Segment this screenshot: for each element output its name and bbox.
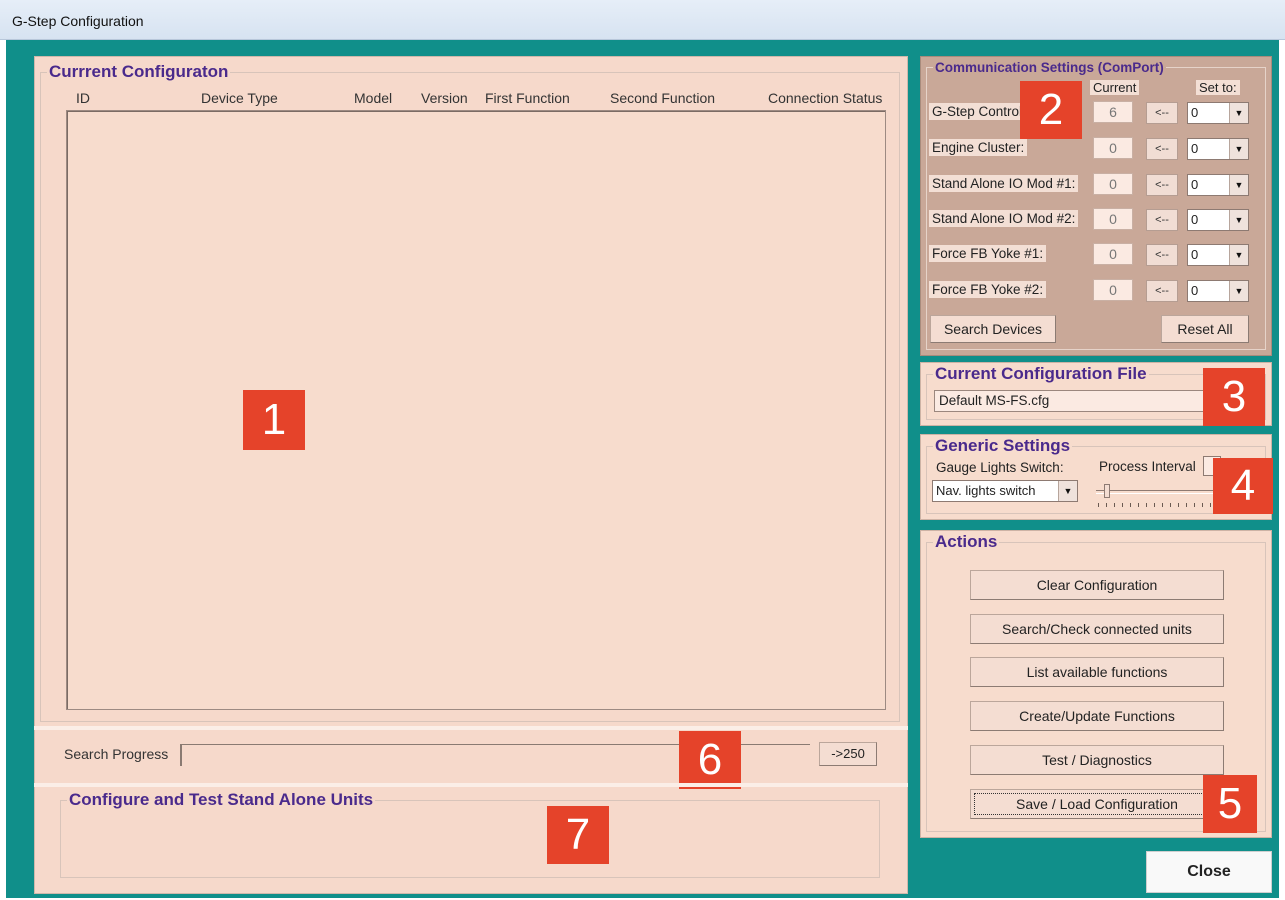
comm-row-label: G-Step Control — [929, 103, 1026, 120]
col-header-connection-status[interactable]: Connection Status — [768, 90, 882, 106]
comm-row-copy-button[interactable]: <-- — [1146, 209, 1178, 231]
chevron-down-icon[interactable]: ▼ — [1229, 281, 1248, 301]
search-check-units-button[interactable]: Search/Check connected units — [970, 614, 1224, 644]
chevron-down-icon[interactable]: ▼ — [1229, 175, 1248, 195]
slider-ticks — [1098, 503, 1216, 507]
standalone-group: Configure and Test Stand Alone Units — [60, 790, 880, 878]
window-title: G-Step Configuration — [12, 13, 144, 29]
comm-row-setto-value: 0 — [1191, 105, 1199, 120]
comm-row-copy-button[interactable]: <-- — [1146, 102, 1178, 124]
standalone-legend: Configure and Test Stand Alone Units — [69, 790, 374, 809]
col-header-second-function[interactable]: Second Function — [610, 90, 715, 106]
col-header-version[interactable]: Version — [421, 90, 468, 106]
create-update-functions-button[interactable]: Create/Update Functions — [970, 701, 1224, 731]
comm-row-setto-value: 0 — [1191, 212, 1199, 227]
search-progress-label: Search Progress — [64, 746, 169, 762]
comm-row-setto-select[interactable]: 0 ▼ — [1187, 244, 1249, 266]
callout-badge-3: 3 — [1203, 368, 1265, 426]
col-header-model[interactable]: Model — [354, 90, 392, 106]
setto-header: Set to: — [1196, 80, 1240, 95]
col-header-first-function[interactable]: First Function — [485, 90, 570, 106]
current-config-legend: Currrent Configuraton — [49, 62, 229, 81]
reset-all-button[interactable]: Reset All — [1161, 315, 1249, 343]
comm-row-setto-select[interactable]: 0 ▼ — [1187, 209, 1249, 231]
comm-row-setto-value: 0 — [1191, 177, 1199, 192]
comm-row-setto-select[interactable]: 0 ▼ — [1187, 102, 1249, 124]
comm-row-copy-button[interactable]: <-- — [1146, 280, 1178, 302]
process-interval-slider-thumb[interactable] — [1104, 484, 1110, 498]
divider — [34, 783, 908, 787]
chevron-down-icon[interactable]: ▼ — [1229, 139, 1248, 159]
comm-row-setto-select[interactable]: 0 ▼ — [1187, 280, 1249, 302]
col-header-id[interactable]: ID — [76, 90, 90, 106]
generic-legend: Generic Settings — [935, 436, 1071, 455]
comm-row-setto-value: 0 — [1191, 247, 1199, 262]
jump-250-button[interactable]: ->250 — [819, 742, 877, 766]
process-interval-label: Process Interval — [1099, 459, 1196, 474]
comm-row-label: Stand Alone IO Mod #1: — [929, 175, 1079, 192]
gauge-lights-label: Gauge Lights Switch: — [936, 460, 1064, 475]
actions-legend: Actions — [935, 532, 998, 551]
chevron-down-icon[interactable]: ▼ — [1229, 103, 1248, 123]
comm-row-label: Stand Alone IO Mod #2: — [929, 210, 1079, 227]
comm-row-label: Force FB Yoke #2: — [929, 281, 1047, 298]
comm-row-copy-button[interactable]: <-- — [1146, 138, 1178, 160]
title-bar: G-Step Configuration — [0, 0, 1285, 40]
current-header: Current — [1090, 80, 1140, 95]
chevron-down-icon[interactable]: ▼ — [1058, 481, 1077, 501]
gauge-lights-value: Nav. lights switch — [936, 483, 1036, 498]
callout-badge-5: 5 — [1203, 775, 1257, 833]
list-functions-button[interactable]: List available functions — [970, 657, 1224, 687]
callout-badge-2: 2 — [1020, 81, 1082, 139]
comm-row-setto-value: 0 — [1191, 141, 1199, 156]
gauge-lights-select[interactable]: Nav. lights switch ▼ — [932, 480, 1078, 502]
comm-row-current-value: 0 — [1093, 208, 1133, 230]
callout-badge-1: 1 — [243, 390, 305, 450]
chevron-down-icon[interactable]: ▼ — [1229, 245, 1248, 265]
test-diagnostics-button[interactable]: Test / Diagnostics — [970, 745, 1224, 775]
callout-badge-7: 7 — [547, 806, 609, 864]
comm-row-copy-button[interactable]: <-- — [1146, 244, 1178, 266]
callout-badge-4: 4 — [1213, 458, 1273, 514]
callout-badge-6: 6 — [679, 731, 741, 789]
comm-legend: Communication Settings (ComPort) — [935, 60, 1164, 75]
comm-row-current-value: 0 — [1093, 243, 1133, 265]
device-list[interactable] — [66, 110, 886, 710]
close-button[interactable]: Close — [1146, 851, 1272, 893]
comm-row-copy-button[interactable]: <-- — [1146, 174, 1178, 196]
comm-row-current-value: 0 — [1093, 173, 1133, 195]
chevron-down-icon[interactable]: ▼ — [1229, 210, 1248, 230]
save-load-configuration-button[interactable]: Save / Load Configuration — [970, 789, 1224, 819]
search-devices-button[interactable]: Search Devices — [930, 315, 1056, 343]
comm-row-current-value: 0 — [1093, 137, 1133, 159]
col-header-device-type[interactable]: Device Type — [201, 90, 278, 106]
comm-row-label: Force FB Yoke #1: — [929, 245, 1047, 262]
comm-row-setto-value: 0 — [1191, 283, 1199, 298]
config-file-legend: Current Configuration File — [935, 364, 1147, 383]
clear-configuration-button[interactable]: Clear Configuration — [970, 570, 1224, 600]
comm-row-setto-select[interactable]: 0 ▼ — [1187, 174, 1249, 196]
comm-row-current-value: 0 — [1093, 279, 1133, 301]
comm-row-label: Engine Cluster: — [929, 139, 1028, 156]
divider — [34, 726, 908, 730]
process-interval-track — [1096, 490, 1216, 494]
comm-row-setto-select[interactable]: 0 ▼ — [1187, 138, 1249, 160]
comm-row-current-value: 6 — [1093, 101, 1133, 123]
